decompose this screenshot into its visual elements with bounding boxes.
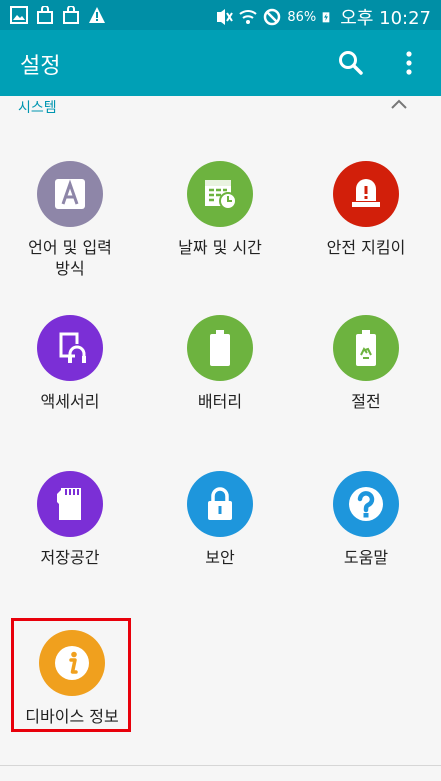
calendar-clock-icon (205, 180, 237, 210)
tile-label: 액세서리 (40, 392, 100, 411)
chevron-up-icon[interactable] (389, 97, 409, 111)
battery-charging-icon (322, 12, 330, 23)
sd-card-icon (57, 488, 81, 520)
status-bar: 86% 오후 10:27 (0, 0, 441, 30)
gallery-icon (10, 6, 28, 24)
clock: 오후 10:27 (340, 8, 431, 29)
tile-power-saving[interactable]: 절전 (296, 315, 436, 445)
divider (0, 765, 441, 766)
section-label: 시스템 (18, 100, 57, 116)
warning-icon (89, 7, 105, 23)
block-icon (264, 8, 281, 26)
tile-label: 안전 지킴이 (326, 238, 406, 257)
tile-storage[interactable]: 저장공간 (0, 471, 140, 601)
tile-help[interactable]: 도움말 (296, 471, 436, 601)
tile-security[interactable]: 보안 (150, 471, 290, 601)
tile-date-time[interactable]: 날짜 및 시간 (150, 161, 290, 291)
language-icon-circle (37, 161, 103, 227)
battery-icon (210, 330, 230, 366)
tile-battery[interactable]: 배터리 (150, 315, 290, 445)
accessories-icon-circle (37, 315, 103, 381)
page-title: 설정 (20, 54, 61, 79)
storage-icon-circle (37, 471, 103, 537)
date-time-icon-circle (187, 161, 253, 227)
app-bar: 설정 (0, 30, 441, 96)
bag-icon (63, 6, 79, 24)
tile-accessories[interactable]: 액세서리 (0, 315, 140, 445)
tile-language-input[interactable]: 언어 및 입력 방식 (0, 161, 140, 291)
language-a-icon (55, 179, 85, 209)
mute-icon (217, 9, 234, 25)
security-icon-circle (187, 471, 253, 537)
battery-icon-circle (187, 315, 253, 381)
safety-icon-circle (333, 161, 399, 227)
lock-icon (208, 487, 232, 520)
bag-icon (37, 6, 53, 24)
selection-highlight (11, 618, 131, 732)
tile-label: 배터리 (197, 392, 243, 411)
help-icon (349, 487, 383, 521)
battery-percent: 86% (287, 9, 317, 25)
tile-safety-assistance[interactable]: 안전 지킴이 (296, 161, 436, 291)
accessory-icon (59, 332, 86, 363)
tile-label: 저장공간 (40, 548, 100, 567)
tile-label: 보안 (205, 548, 235, 567)
help-icon-circle (333, 471, 399, 537)
section-header-system[interactable]: 시스템 (0, 96, 441, 118)
tile-label: 언어 및 입력 방식 (28, 238, 112, 278)
power-saving-icon (356, 330, 376, 366)
more-options-icon[interactable] (399, 50, 419, 76)
search-icon[interactable] (338, 50, 364, 76)
siren-icon (352, 179, 380, 207)
tile-label: 날짜 및 시간 (178, 238, 262, 257)
tile-label: 절전 (351, 392, 381, 411)
power-saving-icon-circle (333, 315, 399, 381)
tile-label: 도움말 (343, 548, 389, 567)
wifi-icon (239, 10, 258, 24)
